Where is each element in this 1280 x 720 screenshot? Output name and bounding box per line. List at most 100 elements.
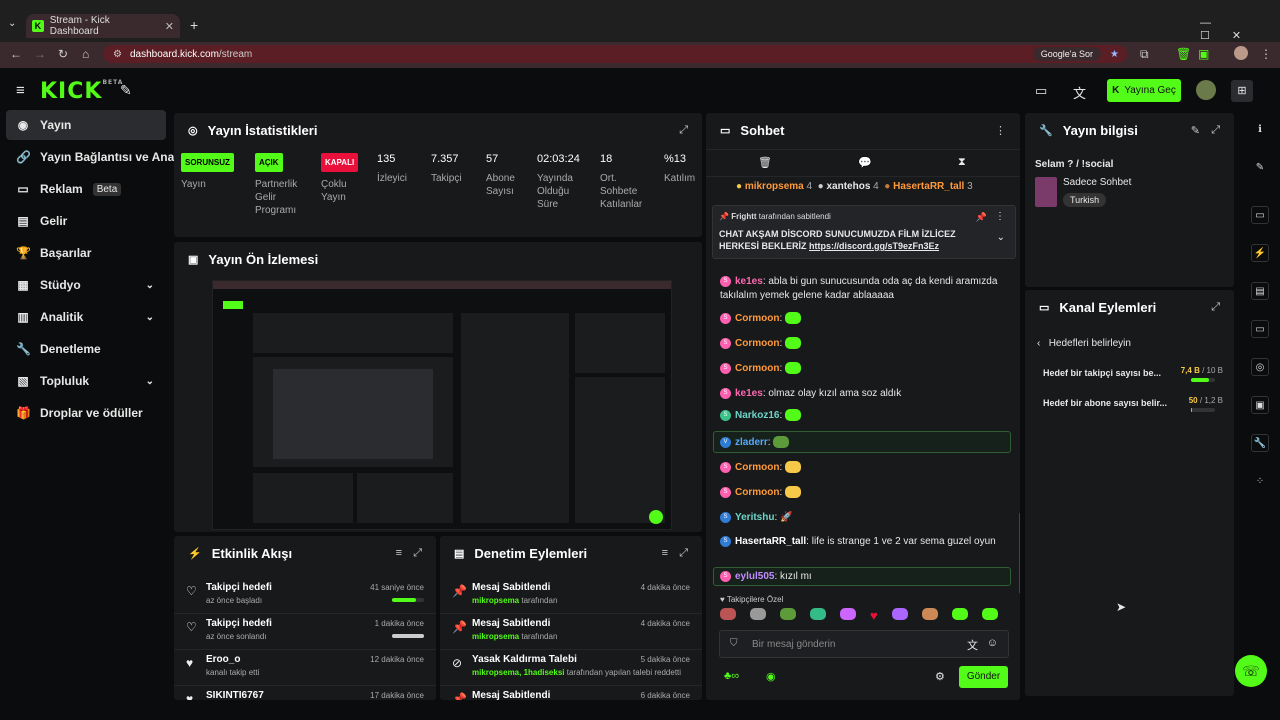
emoji-icon[interactable]: ☺	[987, 637, 998, 649]
send-button[interactable]: Gönder	[959, 666, 1008, 688]
pinned-message[interactable]: 📌 Frightt tarafından sabitlendi CHAT AKŞ…	[712, 205, 1016, 259]
chat-input[interactable]: ⛉ Bir mesaj gönderin 文 ☺	[719, 630, 1009, 658]
kick-logo[interactable]: KICKBETA	[40, 79, 123, 104]
chevron-down-icon[interactable]: ⌄	[997, 232, 1005, 243]
emote-5-icon[interactable]	[840, 608, 856, 620]
expand-icon[interactable]: ⤢	[1211, 124, 1220, 137]
sidebar-item-achievements[interactable]: 🏆 Başarılar	[6, 238, 166, 268]
lightning-widget-icon[interactable]: ⚡	[1251, 244, 1269, 262]
gifter-name[interactable]: HasertaRR_tall	[893, 181, 964, 192]
category-name[interactable]: Sadece Sohbet	[1063, 177, 1131, 188]
sidebar-item-stream-key[interactable]: 🔗 Yayın Bağlantısı ve Anahtarı	[6, 142, 200, 172]
filter-icon[interactable]: ≡	[662, 547, 668, 559]
feed-row[interactable]: ♡ Takipçi hedefi az önce başladı 41 saniye …	[174, 578, 436, 614]
home-icon[interactable]: ⌂	[82, 47, 89, 61]
trash-icon[interactable]: 🗑	[758, 156, 772, 169]
chat-username[interactable]: Cormoon	[735, 338, 779, 349]
feed-row[interactable]: ♥ SIKINTI6767 17 dakika önce	[174, 686, 436, 700]
hamburger-menu-icon[interactable]: ≡	[16, 82, 25, 99]
chat-message[interactable]: Seylul505: kızıl mı	[720, 570, 1010, 584]
chat-bubble-icon[interactable]: 💬	[858, 156, 872, 169]
chat-menu-icon[interactable]: ⋮	[995, 124, 1006, 137]
edit-icon[interactable]: ✎	[1251, 158, 1269, 176]
expand-icon[interactable]: ⤢	[1211, 301, 1220, 314]
wrench-widget-icon[interactable]: 🔧	[1251, 434, 1269, 452]
preview-widget-icon[interactable]: ◎	[1251, 358, 1269, 376]
chat-username[interactable]: Cormoon	[735, 487, 779, 498]
chat-scrollbar[interactable]	[1019, 513, 1020, 593]
emote-3-icon[interactable]	[780, 608, 796, 620]
sidebar-item-moderation[interactable]: 🔧 Denetleme	[6, 334, 166, 364]
window-controls[interactable]: —☐✕	[1200, 17, 1280, 42]
expand-icon[interactable]: ⤢	[679, 124, 688, 137]
forward-icon[interactable]: →	[34, 47, 46, 61]
moderation-row[interactable]: 📌 Mesaj Sabitlendi 6 dakika önce	[440, 686, 702, 700]
bookmark-star-icon[interactable]: ★	[1110, 49, 1119, 60]
url-input[interactable]: ⚙ dashboard.kick.com/stream Google'a Sor…	[103, 45, 1127, 63]
gifter-name[interactable]: mikropsema	[745, 181, 804, 192]
site-info-icon[interactable]: ⚙	[113, 49, 122, 60]
chat-message[interactable]: Ske1es: olmaz olay kızıl ama soz aldık	[720, 387, 1010, 401]
new-tab-icon[interactable]: +	[190, 17, 198, 33]
chat-username[interactable]: ke1es	[735, 276, 763, 287]
chat-message[interactable]: S HasertaRR_tall: life is strange 1 ve 2 …	[720, 535, 1010, 549]
sidebar-item-ads[interactable]: ▭ Reklam Beta	[6, 174, 166, 204]
filter-icon[interactable]: ≡	[396, 547, 402, 559]
chat-username[interactable]: Yeritshu	[735, 512, 774, 523]
feed-row[interactable]: ♥ Eroo_o kanalı takip etti 12 dakika önce	[174, 650, 436, 686]
chat-username[interactable]: HasertaRR_tall	[735, 536, 806, 547]
sidebar-item-community[interactable]: ▧ Topluluk ⌄	[6, 366, 166, 396]
chat-message[interactable]: S Cormoon:	[720, 312, 1010, 326]
chat-message[interactable]: Vzladerr:	[720, 436, 1010, 450]
chat-username[interactable]: eylul505	[735, 571, 774, 582]
gifter-name[interactable]: xantehos	[826, 181, 870, 192]
tab-close-icon[interactable]: ✕	[165, 20, 174, 33]
browser-tab[interactable]: K Stream - Kick Dashboard ✕	[26, 14, 180, 38]
pin-tool-icon[interactable]: ✎	[120, 82, 132, 99]
sidebar-item-yayin[interactable]: ◉ Yayın	[6, 110, 166, 140]
pinned-menu-icon[interactable]: ⋮	[995, 211, 1005, 222]
ticket-icon[interactable]: ▭	[1035, 83, 1047, 99]
chat-widget-icon[interactable]: ▭	[1251, 320, 1269, 338]
reload-icon[interactable]: ↻	[58, 47, 68, 61]
user-avatar[interactable]	[1196, 80, 1216, 100]
chat-message[interactable]: S Cormoon:	[720, 337, 1010, 351]
goal-row-followers[interactable]: Hedef bir takipçi sayısı be... 7,4 B / 1…	[1043, 366, 1223, 390]
expand-icon[interactable]: ⤢	[679, 547, 688, 560]
profile-avatar[interactable]	[1234, 46, 1248, 60]
goal-row-subscribers[interactable]: Hedef bir abone sayısı belir... 50 / 1,2…	[1043, 396, 1223, 420]
chat-username[interactable]: Cormoon	[735, 462, 779, 473]
emote-8-icon[interactable]	[921, 608, 938, 620]
settings-gear-icon[interactable]: ⚙	[935, 670, 945, 683]
chat-message[interactable]: Ske1es: abla bi gun sunucusunda oda aç d…	[720, 275, 1010, 303]
chat-message[interactable]: S Cormoon:	[720, 461, 1010, 475]
channel-widget-icon[interactable]: ▣	[1251, 396, 1269, 414]
kick-coin-icon[interactable]: ◉	[766, 670, 776, 683]
heart-emote-icon[interactable]: ♥	[870, 608, 878, 626]
sidebar-item-studio[interactable]: ▦ Stüdyo ⌄	[6, 270, 166, 300]
chat-username[interactable]: Cormoon	[735, 363, 779, 374]
add-widget-icon[interactable]: ⁘	[1251, 472, 1269, 490]
emote-10-icon[interactable]	[981, 608, 998, 620]
dashboard-switch-icon[interactable]: ⊞	[1231, 80, 1253, 102]
stats-widget-icon[interactable]: ▭	[1251, 206, 1269, 224]
category-thumbnail[interactable]	[1035, 177, 1057, 207]
unpin-icon[interactable]: 📌	[976, 212, 987, 223]
expand-icon[interactable]: ⤢	[413, 547, 422, 560]
list-widget-icon[interactable]: ▤	[1251, 282, 1269, 300]
extensions-icon[interactable]: ⧉	[1140, 47, 1149, 62]
moderation-row[interactable]: 📌 Mesaj Sabitlendi mikropsema tarafından 4 …	[440, 578, 702, 614]
info-icon[interactable]: ℹ	[1251, 120, 1269, 138]
emote-7-icon[interactable]	[891, 608, 908, 620]
chat-username[interactable]: Narkoz16	[735, 410, 779, 421]
edit-icon[interactable]: ✎	[1191, 124, 1200, 137]
emote-1-icon[interactable]	[720, 608, 736, 620]
pinned-link[interactable]: https://discord.gg/sT9ezFn3Ez	[809, 241, 939, 251]
points-icon[interactable]: ♣∞	[724, 670, 739, 682]
chat-message[interactable]: S Cormoon:	[720, 362, 1010, 376]
stream-preview-video[interactable]	[212, 280, 672, 530]
chat-message[interactable]: S Cormoon:	[720, 486, 1010, 500]
hourglass-icon[interactable]: ⧗	[958, 156, 966, 169]
emote-9-icon[interactable]	[951, 608, 968, 620]
translate-icon[interactable]: 文	[967, 637, 978, 653]
